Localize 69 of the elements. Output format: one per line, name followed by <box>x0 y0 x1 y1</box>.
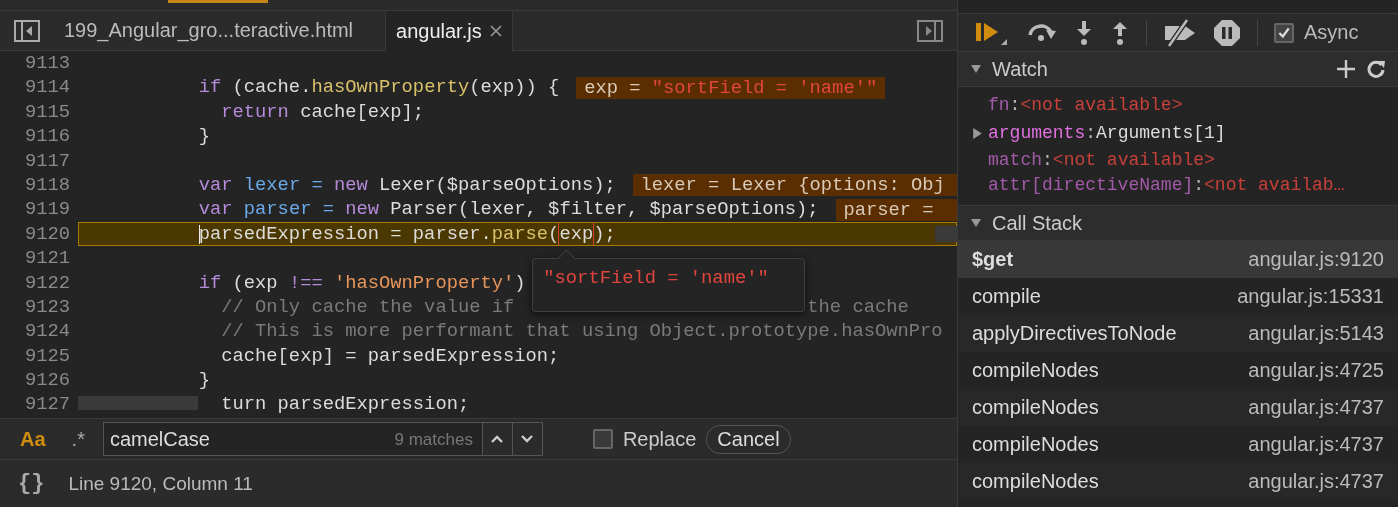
call-stack-frame[interactable]: applyDirectivesToNode angular.js:5143 <box>958 315 1398 352</box>
pretty-print-button[interactable]: {} <box>16 471 47 496</box>
deactivate-breakpoints-icon[interactable] <box>1163 17 1197 48</box>
replace-checkbox[interactable] <box>592 429 613 449</box>
async-label: Async <box>1304 21 1359 44</box>
match-count: 9 matches <box>394 430 473 450</box>
match-case-toggle[interactable]: Aa <box>12 427 54 451</box>
line-number: 9120 <box>23 221 71 247</box>
code-line: if (exp !== 'hasOwnProperty') <box>198 270 526 295</box>
code-line: // This is more performant that using Object.prototype.hasOwnPro <box>220 319 943 344</box>
regex-toggle[interactable]: .* <box>63 427 93 451</box>
expand-triangle-icon[interactable] <box>972 126 983 140</box>
line-number: 9113 <box>23 51 71 76</box>
section-title: Watch <box>992 57 1048 81</box>
section-header[interactable]: Call Stack <box>958 206 1398 241</box>
code-line: } <box>198 368 210 393</box>
code-line: cache[exp] = parsedExpression; <box>220 343 560 369</box>
file-tab[interactable]: angular.js <box>385 11 513 51</box>
cursor-position: Line 9120, Column 11 <box>68 472 253 495</box>
code-line: parsedExpression = parser.parse(exp); <box>198 221 616 247</box>
watch-expression: attr[directiveName]:<not availab… <box>988 174 1345 195</box>
section-header[interactable]: Watch <box>958 52 1398 87</box>
chevron-up-icon <box>490 434 505 444</box>
scrollbar-thumb[interactable] <box>935 226 957 242</box>
line-number: 9125 <box>23 343 71 369</box>
refresh-icon[interactable] <box>1366 59 1386 79</box>
line-number: 9127 <box>23 392 71 417</box>
replace-label: Replace <box>622 427 697 451</box>
line-number: 9114 <box>23 75 71 100</box>
line-number: 9123 <box>23 294 71 320</box>
async-checkbox[interactable] <box>1274 22 1294 43</box>
file-tab[interactable]: 199_Angular_gro...teractive.html <box>54 11 364 50</box>
line-number: 9126 <box>23 368 71 393</box>
previous-match-button[interactable] <box>482 422 513 456</box>
line-number: 9116 <box>23 124 71 149</box>
line-number: 9121 <box>23 246 71 271</box>
cancel-button[interactable]: Cancel <box>706 424 791 454</box>
watch-expression: fn:<not available> <box>988 95 1183 115</box>
line-number: 9122 <box>23 270 71 295</box>
line-number: 9117 <box>23 148 71 173</box>
inline-value: parser = <box>835 198 957 221</box>
call-stack-frame[interactable]: $get angular.js:9120 <box>958 241 1398 278</box>
code-line: if (cache.hasOwnProperty(exp)) { <box>198 75 560 100</box>
value-tooltip: "sortField = 'name'" <box>532 258 806 312</box>
code-line: var parser = new Parser(lexer, $filter, $parseOptions); <box>198 197 819 222</box>
line-number: 9115 <box>23 99 71 125</box>
sidebar-toggle-icon[interactable] <box>14 19 40 42</box>
disclosure-triangle-icon[interactable] <box>970 217 982 229</box>
section-title: Call Stack <box>992 211 1083 235</box>
line-number: 9118 <box>23 172 71 198</box>
watch-expression: arguments:Arguments[1] <box>988 123 1226 143</box>
close-icon[interactable] <box>489 25 502 37</box>
line-number: 9119 <box>23 197 71 222</box>
next-match-button[interactable] <box>512 422 543 456</box>
call-stack-frame[interactable]: compileNodes angular.js:4737 <box>958 389 1398 426</box>
inline-value: lexer = Lexer {options: Obj <box>632 174 957 197</box>
chevron-down-icon <box>520 434 535 444</box>
line-number: 9124 <box>23 319 71 344</box>
code-line: turn parsedExpression; <box>220 392 470 417</box>
code-line: var lexer = new Lexer($parseOptions); <box>198 172 616 198</box>
code-line: } <box>198 124 210 149</box>
inline-value: exp = "sortField = 'name'" <box>576 76 886 99</box>
watch-expression: match:<not available> <box>988 149 1215 170</box>
pause-icon[interactable] <box>1213 18 1241 47</box>
add-icon[interactable] <box>1336 59 1356 79</box>
panel-toggle-icon[interactable] <box>917 19 943 42</box>
call-stack-frame[interactable]: compileNodes angular.js:4737 <box>958 463 1398 500</box>
code-line: return cache[exp]; <box>220 99 425 125</box>
disclosure-triangle-icon[interactable] <box>970 63 982 75</box>
